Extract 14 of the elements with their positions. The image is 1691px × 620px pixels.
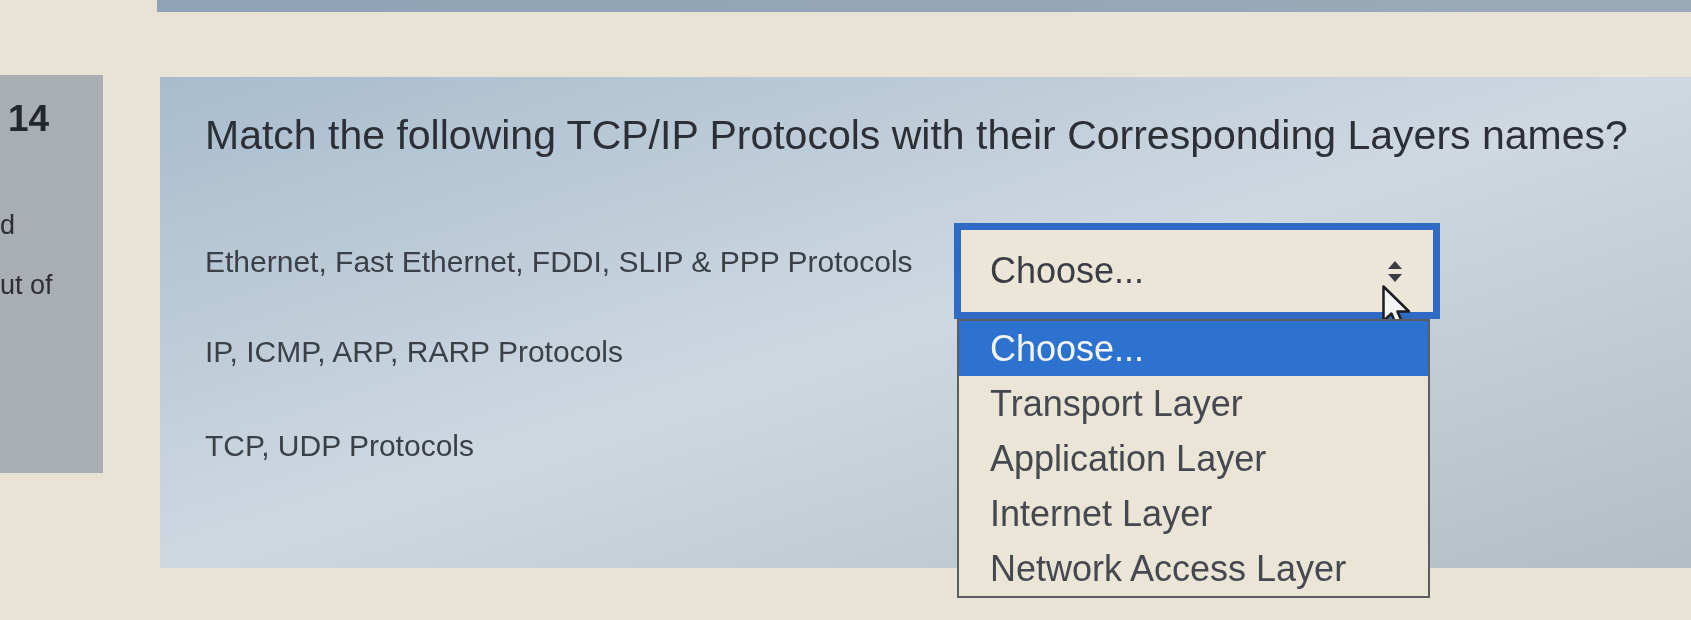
protocol-label: TCP, UDP Protocols: [205, 429, 474, 462]
status-text: ut of: [0, 270, 54, 300]
protocol-label: IP, ICMP, ARP, RARP Protocols: [205, 335, 623, 368]
dropdown-option[interactable]: Transport Layer: [959, 376, 1428, 431]
dropdown-option[interactable]: Application Layer: [959, 431, 1428, 486]
dropdown-option[interactable]: Internet Layer: [959, 486, 1428, 541]
question-number: 14: [8, 99, 51, 139]
dropdown-option[interactable]: Choose...: [959, 321, 1428, 376]
layer-select[interactable]: Choose...: [954, 223, 1440, 319]
status-text: d: [0, 210, 17, 240]
up-down-arrows-icon: [1388, 260, 1402, 282]
question-text: Match the following TCP/IP Protocols with their Corresponding Layers names?: [205, 113, 1629, 157]
protocol-label: Ethernet, Fast Ethernet, FDDI, SLIP & PPP Protocols: [205, 245, 913, 278]
dropdown-option[interactable]: Network Access Layer: [959, 541, 1428, 596]
